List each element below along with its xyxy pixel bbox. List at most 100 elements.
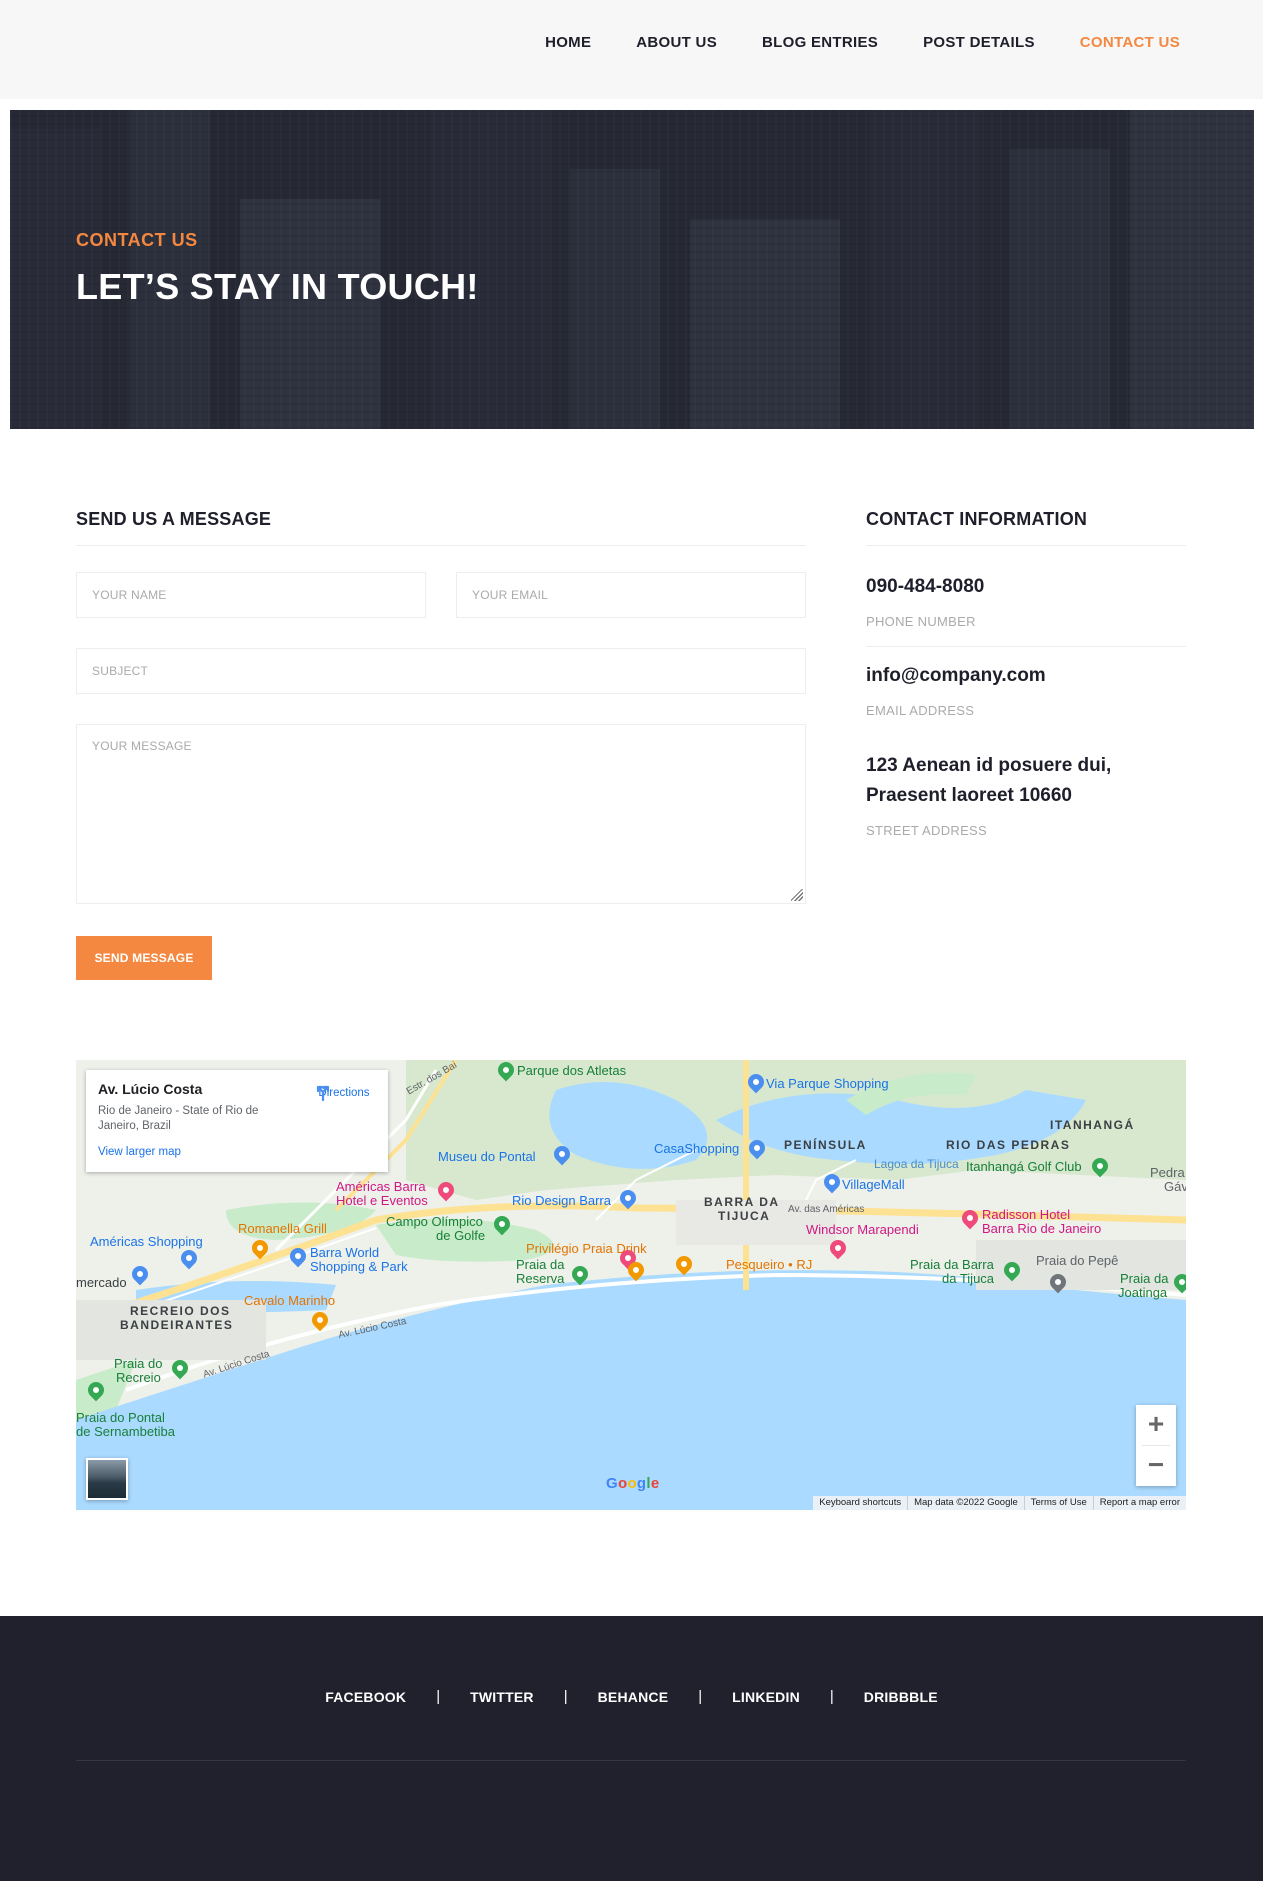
map-data-text: Map data ©2022 Google	[907, 1496, 1024, 1510]
address-label: STREET ADDRESS	[866, 823, 987, 838]
map-label[interactable]: Windsor Marapendi	[806, 1223, 919, 1237]
separator: |	[829, 1688, 834, 1705]
map-label: PENÍNSULA	[784, 1138, 867, 1152]
satellite-toggle-button[interactable]	[86, 1458, 128, 1500]
map-label[interactable]: Praia do Pontal	[76, 1411, 165, 1425]
keyboard-shortcuts-link[interactable]: Keyboard shortcuts	[813, 1496, 907, 1510]
map-label: Praia do Pepê	[1036, 1253, 1119, 1268]
subject-placeholder: SUBJECT	[92, 664, 149, 678]
terms-of-use-link[interactable]: Terms of Use	[1023, 1496, 1093, 1510]
map-label: ITANHANGÁ	[1050, 1118, 1135, 1132]
message-textarea[interactable]: YOUR MESSAGE	[76, 724, 806, 904]
map-label[interactable]: Praia da	[516, 1258, 564, 1272]
subject-input[interactable]: SUBJECT	[76, 648, 806, 694]
map-label[interactable]: Shopping & Park	[310, 1260, 408, 1274]
map-label: Gáv	[1164, 1179, 1186, 1194]
footer-divider	[76, 1760, 1186, 1761]
map-label[interactable]: Recreio	[116, 1371, 161, 1385]
map-label: BANDEIRANTES	[120, 1318, 234, 1332]
nav-post-details[interactable]: POST DETAILS	[923, 33, 1035, 53]
map-label[interactable]: da Tijuca	[942, 1272, 994, 1286]
map-label[interactable]: Praia do	[114, 1357, 162, 1371]
facebook-link[interactable]: FACEBOOK	[325, 1689, 406, 1705]
email-label: EMAIL ADDRESS	[866, 703, 975, 718]
form-section-title: SEND US A MESSAGE	[76, 509, 272, 529]
map-label[interactable]: Parque dos Atletas	[517, 1064, 626, 1078]
address-line-2: Praesent laoreet 10660	[866, 785, 1072, 806]
footer: FACEBOOK | TWITTER | BEHANCE | LINKEDIN …	[0, 1616, 1263, 1881]
map-label[interactable]: Reserva	[516, 1272, 564, 1286]
map-label: Lagoa da Tijuca	[874, 1157, 959, 1171]
view-larger-map-link[interactable]: View larger map	[98, 1146, 181, 1158]
map-label[interactable]: de Golfe	[436, 1229, 485, 1243]
map-label[interactable]: de Sernambetiba	[76, 1425, 175, 1439]
map-label: Av. das Américas	[788, 1204, 865, 1215]
map-label: Pedra	[1150, 1165, 1185, 1180]
linkedin-link[interactable]: LINKEDIN	[732, 1689, 800, 1705]
resize-handle-icon[interactable]	[791, 889, 803, 901]
map-label[interactable]: Américas Barra	[336, 1180, 426, 1194]
message-placeholder: YOUR MESSAGE	[92, 739, 192, 753]
social-links: FACEBOOK | TWITTER | BEHANCE | LINKEDIN …	[0, 1688, 1263, 1705]
map-label[interactable]: Museu do Pontal	[438, 1150, 536, 1164]
map-label[interactable]: mercado	[76, 1276, 127, 1290]
top-navbar: HOME ABOUT US BLOG ENTRIES POST DETAILS …	[0, 0, 1263, 99]
map-label[interactable]: CasaShopping	[654, 1142, 739, 1156]
map-label[interactable]: Pesqueiro • RJ	[726, 1258, 812, 1272]
nav-blog-entries[interactable]: BLOG ENTRIES	[762, 33, 878, 53]
map-label: TIJUCA	[718, 1209, 771, 1223]
map-label[interactable]: Rio Design Barra	[512, 1194, 611, 1208]
name-input[interactable]: YOUR NAME	[76, 572, 426, 618]
zoom-out-button[interactable]: −	[1136, 1446, 1176, 1486]
map-label[interactable]: Barra Rio de Janeiro	[982, 1222, 1101, 1236]
send-message-button[interactable]: SEND MESSAGE	[76, 936, 212, 980]
map-label[interactable]: Joatinga	[1118, 1286, 1167, 1300]
separator: |	[436, 1688, 441, 1705]
nav-about-us[interactable]: ABOUT US	[636, 33, 717, 53]
name-placeholder: YOUR NAME	[92, 588, 167, 602]
twitter-link[interactable]: TWITTER	[470, 1689, 534, 1705]
directions-button[interactable]: Directions	[314, 1083, 374, 1101]
place-title: Av. Lúcio Costa	[98, 1081, 203, 1097]
map-label[interactable]: Itanhangá Golf Club	[966, 1160, 1082, 1174]
place-subtitle: Rio de Janeiro - State of Rio de Janeiro…	[98, 1105, 259, 1132]
map-label[interactable]: Campo Olímpico	[386, 1215, 483, 1229]
map-label: RIO DAS PEDRAS	[946, 1138, 1071, 1152]
report-map-error-link[interactable]: Report a map error	[1092, 1496, 1186, 1510]
map-label[interactable]: Cavalo Marinho	[244, 1294, 335, 1308]
map-label[interactable]: Romanella Grill	[238, 1222, 327, 1236]
map-label[interactable]: Hotel e Eventos	[336, 1194, 428, 1208]
dribbble-link[interactable]: DRIBBBLE	[864, 1689, 938, 1705]
map-label[interactable]: Praia da	[1120, 1272, 1168, 1286]
hero-title: LET’S STAY IN TOUCH!	[76, 266, 479, 307]
map-label[interactable]: Radisson Hotel	[982, 1208, 1070, 1222]
divider	[866, 545, 1186, 546]
hero-banner: CONTACT US LET’S STAY IN TOUCH!	[10, 110, 1254, 429]
map-label[interactable]: Praia da Barra	[910, 1258, 994, 1272]
phone-label: PHONE NUMBER	[866, 614, 976, 629]
behance-link[interactable]: BEHANCE	[598, 1689, 669, 1705]
contact-info-title: CONTACT INFORMATION	[866, 509, 1088, 529]
map-attribution: Keyboard shortcuts Map data ©2022 Google…	[813, 1496, 1186, 1510]
place-info-card: Av. Lúcio Costa Rio de Janeiro - State o…	[86, 1070, 388, 1172]
google-logo: Google	[606, 1475, 660, 1492]
email-value[interactable]: info@company.com	[866, 661, 1046, 691]
phone-value[interactable]: 090-484-8080	[866, 572, 984, 602]
google-map[interactable]: Parque dos Atletas Via Parque Shopping I…	[76, 1060, 1186, 1510]
map-label: RECREIO DOS	[130, 1304, 231, 1318]
separator: |	[563, 1688, 568, 1705]
email-placeholder: YOUR EMAIL	[472, 588, 549, 602]
address-line-1: 123 Aenean id posuere dui,	[866, 755, 1112, 776]
map-label[interactable]: Via Parque Shopping	[766, 1077, 889, 1091]
nav-home[interactable]: HOME	[545, 33, 591, 53]
main-nav: HOME ABOUT US BLOG ENTRIES POST DETAILS …	[500, 33, 1180, 53]
hero-eyebrow: CONTACT US	[76, 230, 198, 250]
map-label: BARRA DA	[704, 1195, 780, 1209]
zoom-in-button[interactable]: +	[1136, 1405, 1176, 1445]
nav-contact-us[interactable]: CONTACT US	[1080, 33, 1180, 53]
map-label[interactable]: VillageMall	[842, 1178, 905, 1192]
directions-icon	[316, 1085, 330, 1101]
email-input[interactable]: YOUR EMAIL	[456, 572, 806, 618]
map-label[interactable]: Américas Shopping	[90, 1235, 203, 1249]
map-label[interactable]: Barra World	[310, 1246, 379, 1260]
